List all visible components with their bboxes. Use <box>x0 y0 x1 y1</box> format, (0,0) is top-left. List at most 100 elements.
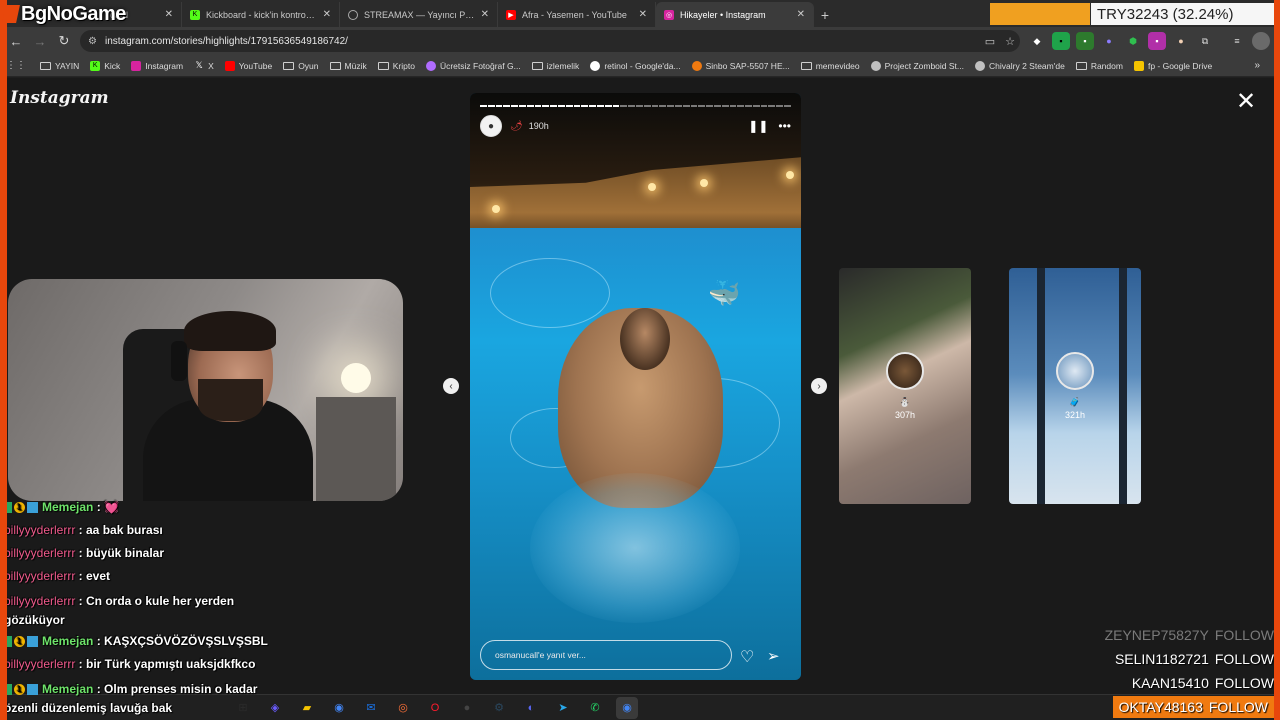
chat-username[interactable]: billyyyderlerrr <box>4 594 75 608</box>
progress-segment <box>674 105 682 107</box>
progress-segment <box>581 105 589 107</box>
progress-segment <box>651 105 659 107</box>
chat-username[interactable]: billyyyderlerrr <box>4 523 75 537</box>
back-icon[interactable]: ← <box>4 29 28 53</box>
story-reply-input[interactable]: osmanucall'e yanıt ver... <box>480 640 732 670</box>
bookmarks-bar: ⋮⋮ YAYIN K Kick Instagram 𝕏X YouTube Oyun… <box>0 55 1280 77</box>
extension-icon[interactable]: ◆ <box>1028 32 1046 50</box>
previous-story-button[interactable]: ‹ <box>443 378 459 394</box>
close-tab-icon[interactable]: ✕ <box>639 9 647 20</box>
firefox-icon[interactable]: ◎ <box>392 697 414 719</box>
bookmark-label: Chivalry 2 Steam'de <box>989 60 1065 71</box>
stream-frame-left <box>0 0 7 720</box>
bookmark-item[interactable]: K Kick <box>90 60 121 71</box>
chat-text-continued: özenli düzenlemiş lavuğa bak <box>4 701 173 715</box>
more-options-icon[interactable]: ••• <box>778 119 791 133</box>
chat-username[interactable]: Memejan <box>42 500 93 514</box>
bookmark-label: Kripto <box>392 60 415 71</box>
more-bookmarks-icon[interactable]: » <box>1254 60 1260 71</box>
bookmark-star-icon[interactable]: ☆ <box>1000 35 1020 48</box>
chat-username[interactable]: billyyyderlerrr <box>4 657 75 671</box>
google-drive-icon <box>1133 60 1144 71</box>
whatsapp-icon[interactable]: ✆ <box>584 697 606 719</box>
extension-icon[interactable]: ● <box>1100 32 1118 50</box>
story-image-splash <box>530 473 740 623</box>
bookmark-item[interactable]: retinol - Google'da... <box>590 60 681 71</box>
obs-icon[interactable]: ● <box>456 697 478 719</box>
chat-text: : büyük binalar <box>75 546 165 560</box>
url-text[interactable]: instagram.com/stories/highlights/1791563… <box>105 36 980 47</box>
folder-icon <box>800 61 812 70</box>
browser-tab[interactable]: STREAMAX — Yayıncı Paneli ✕ <box>340 2 498 27</box>
story-viewer[interactable]: 🐳 ● 🌶 190h ❚❚ ••• osmanucall'e yanıt ver… <box>470 93 801 680</box>
bookmark-item[interactable]: izlemelik <box>531 61 579 71</box>
steam-icon[interactable]: ⚙ <box>488 697 510 719</box>
next-story-button[interactable]: › <box>811 378 827 394</box>
bookmark-item[interactable]: fp - Google Drive <box>1133 60 1213 71</box>
bookmark-item[interactable]: Oyun <box>283 61 319 71</box>
progress-segment <box>542 105 550 107</box>
telegram-icon[interactable]: ➤ <box>552 697 574 719</box>
opera-icon[interactable]: O <box>424 697 446 719</box>
bookmark-label: fp - Google Drive <box>1147 60 1213 71</box>
bookmark-item[interactable]: Project Zomboid St... <box>870 60 964 71</box>
bookmark-item[interactable]: Sinbo SAP-5507 HE... <box>691 60 790 71</box>
story-user-avatar[interactable]: ● <box>480 115 502 137</box>
bookmark-item[interactable]: Ücretsiz Fotoğraf G... <box>425 60 521 71</box>
bookmark-item[interactable]: memevideo <box>800 60 860 71</box>
bookmark-label: memevideo <box>815 60 860 71</box>
chat-username[interactable]: Memejan <box>42 682 93 696</box>
pause-icon[interactable]: ❚❚ <box>748 119 768 133</box>
address-bar[interactable]: ⚙ instagram.com/stories/highlights/17915… <box>80 30 1020 52</box>
extension-icon[interactable]: ▪ <box>1076 32 1094 50</box>
close-tab-icon[interactable]: ✕ <box>165 9 173 20</box>
follower-alert: KAAN15410 FOLLOW <box>1132 672 1274 694</box>
next-story-preview[interactable]: ⛄ 307h <box>839 268 971 504</box>
mail-icon[interactable]: ✉ <box>360 697 382 719</box>
send-icon[interactable]: ➢ <box>767 647 780 665</box>
chat-text: : KAŞXÇSÖVÖZÖVŞSLVŞSBL <box>93 634 268 648</box>
apps-grid-icon[interactable]: ⋮⋮ <box>6 60 26 71</box>
extension-icon[interactable]: ▪ <box>1052 32 1070 50</box>
bookmark-item[interactable]: YouTube <box>224 60 272 71</box>
browser-tab[interactable]: K Kickboard - kick'in kontrol pan ✕ <box>182 2 340 27</box>
bookmark-item[interactable]: Random <box>1075 61 1123 71</box>
follower-name: OKTAY48163 <box>1118 699 1203 715</box>
chat-message: billyyyderlerrr : bir Türk yapmıştı uaks… <box>4 657 304 672</box>
close-tab-icon[interactable]: ✕ <box>481 9 489 20</box>
bookmark-item[interactable]: Chivalry 2 Steam'de <box>975 60 1065 71</box>
site-info-icon[interactable]: ⚙ <box>88 36 97 47</box>
progress-segment <box>760 105 768 107</box>
chat-username[interactable]: Memejan <box>42 634 93 648</box>
reload-icon[interactable]: ↻ <box>52 29 76 53</box>
folder-icon <box>40 61 51 70</box>
discord-icon[interactable]: ◐ <box>520 697 542 719</box>
profile-avatar[interactable] <box>1252 32 1270 50</box>
bookmark-item[interactable]: YAYIN <box>40 61 79 71</box>
extensions-puzzle-icon[interactable]: ⧉ <box>1196 32 1214 50</box>
close-icon[interactable]: ✕ <box>1236 90 1256 114</box>
instagram-logo[interactable]: Instagram <box>10 88 109 108</box>
extension-icon[interactable]: ● <box>1172 32 1190 50</box>
forward-icon[interactable]: → <box>28 29 52 53</box>
bookmark-item[interactable]: Müzik <box>329 61 367 71</box>
next-story-preview[interactable]: 🧳 321h <box>1009 268 1141 504</box>
close-tab-icon[interactable]: ✕ <box>797 9 805 20</box>
bookmark-item[interactable]: Kripto <box>377 60 415 71</box>
browser-tab[interactable]: ▶ Afra - Yasemen - YouTube ✕ <box>498 2 656 27</box>
bookmark-label: Kick <box>104 60 121 71</box>
close-tab-icon[interactable]: ✕ <box>323 9 331 20</box>
cast-icon[interactable]: ▭ <box>980 35 1000 48</box>
like-heart-icon[interactable]: ♡ <box>740 647 754 667</box>
extension-icon[interactable]: ⬢ <box>1124 32 1142 50</box>
browser-tab-active[interactable]: ◎ Hikayeler • Instagram ✕ <box>656 2 814 27</box>
chat-username[interactable]: billyyyderlerrr <box>4 546 75 560</box>
bookmark-item[interactable]: 𝕏X <box>194 60 213 71</box>
chrome-icon[interactable]: ◉ <box>328 697 350 719</box>
extension-icon[interactable]: ▪ <box>1148 32 1166 50</box>
reading-list-icon[interactable]: ≡ <box>1228 32 1246 50</box>
bookmark-item[interactable]: Instagram <box>131 60 183 71</box>
chat-username[interactable]: billyyyderlerrr <box>4 569 75 583</box>
new-tab-button[interactable]: + <box>814 2 836 27</box>
chrome-icon[interactable]: ◉ <box>616 696 638 719</box>
